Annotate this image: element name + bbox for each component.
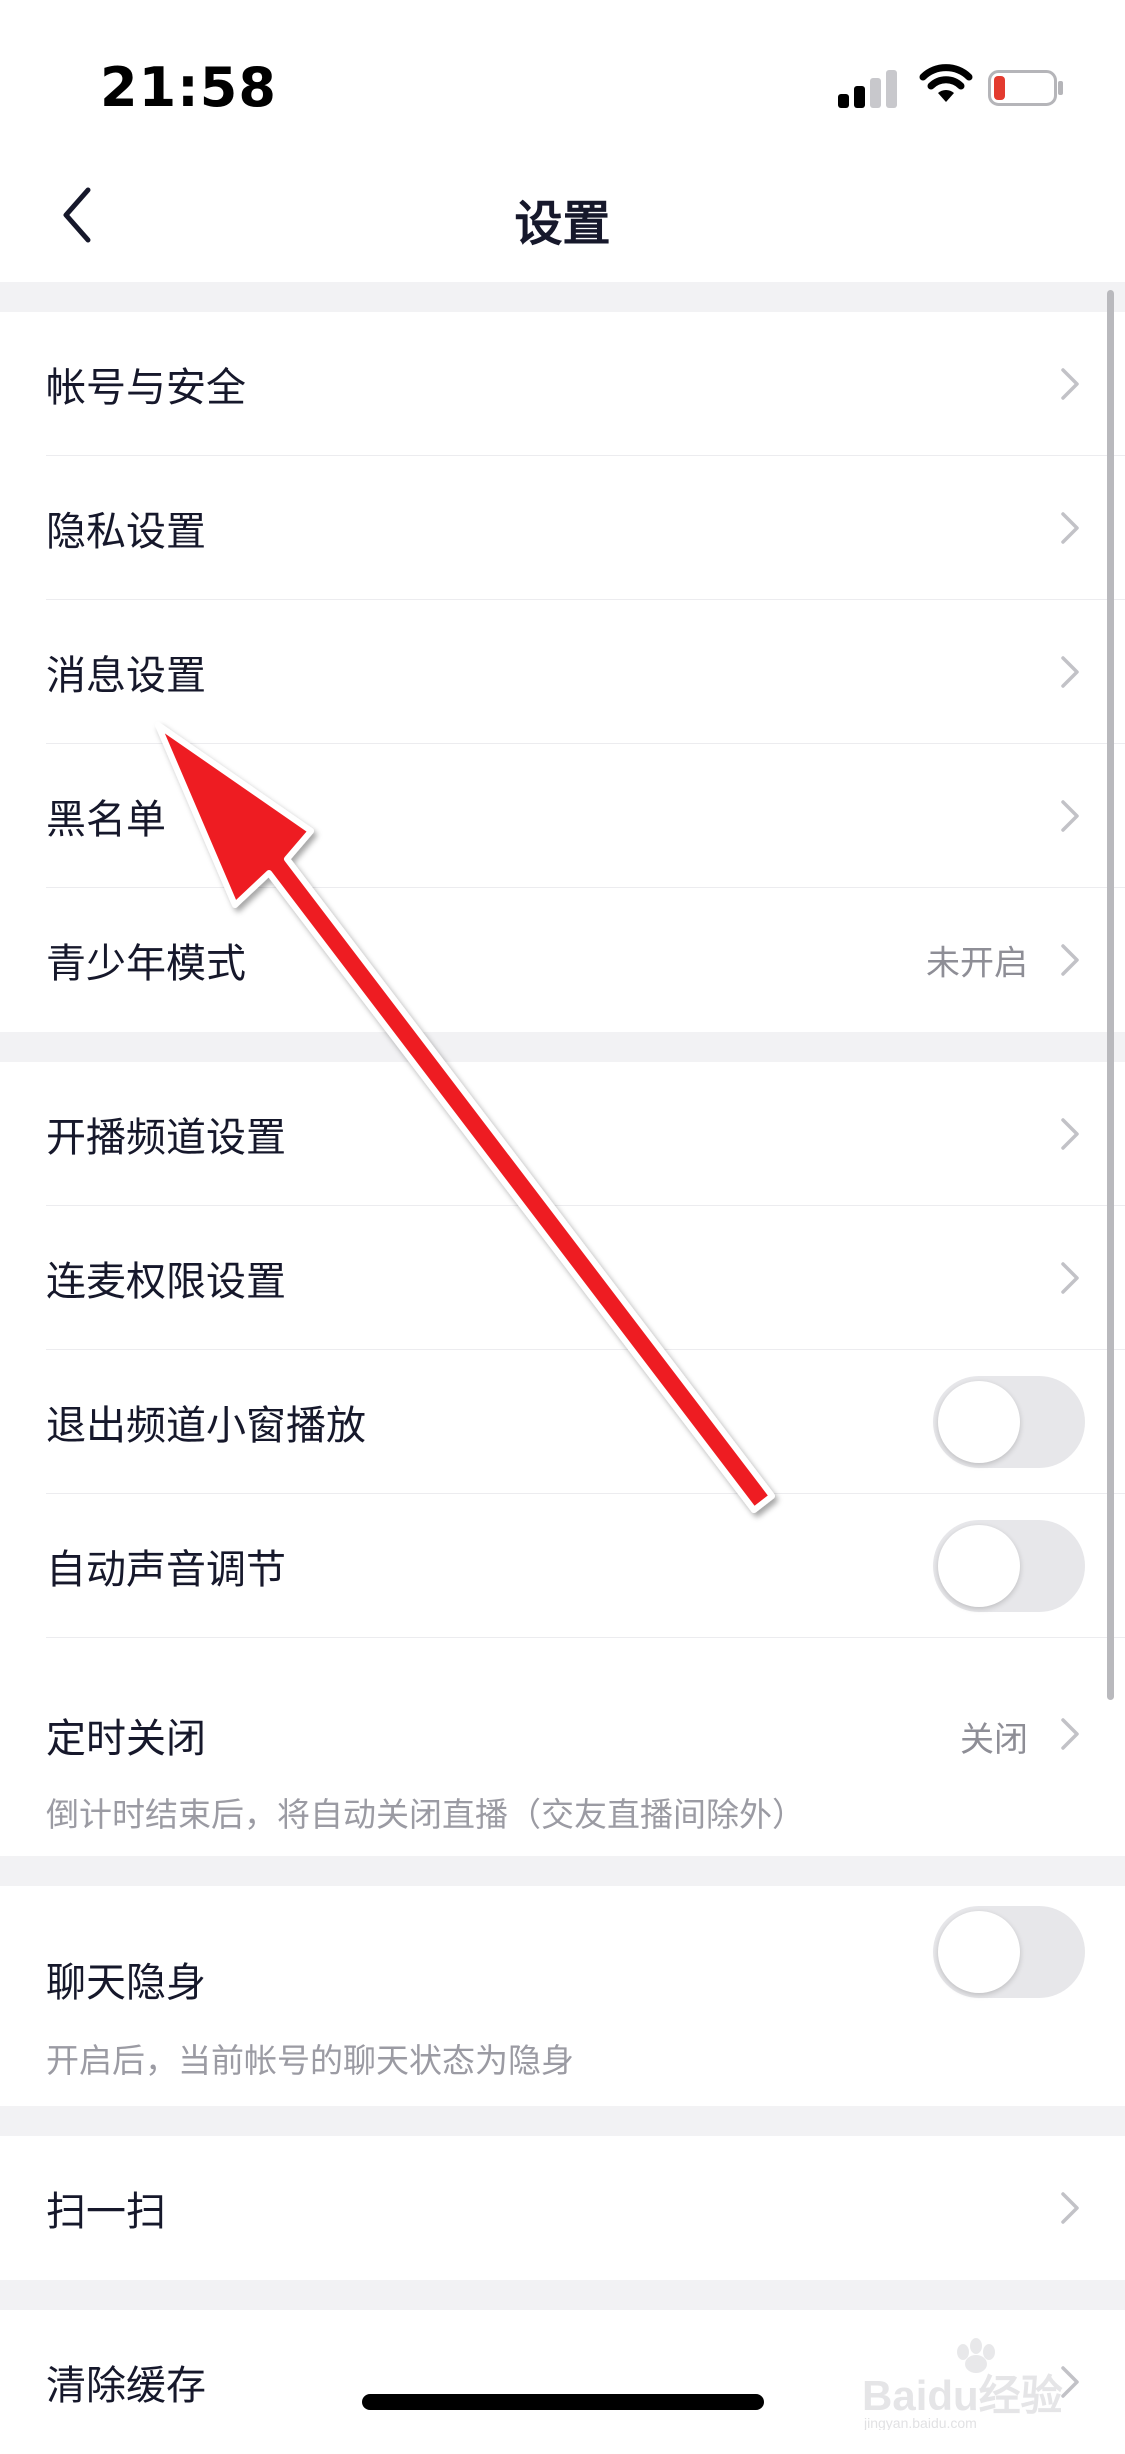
chat-invisible-toggle[interactable] xyxy=(933,1906,1085,1998)
settings-item-label: 自动声音调节 xyxy=(46,1547,286,1593)
settings-item-label: 聊天隐身 xyxy=(46,1960,206,2006)
settings-item-privacy[interactable]: 隐私设置 xyxy=(0,456,1125,600)
settings-item-auto-volume: 自动声音调节 xyxy=(0,1494,1125,1638)
settings-item-mic-permissions[interactable]: 连麦权限设置 xyxy=(0,1206,1125,1350)
settings-item-label: 消息设置 xyxy=(46,653,206,699)
settings-item-blacklist[interactable]: 黑名单 xyxy=(0,744,1125,888)
auto-volume-toggle[interactable] xyxy=(933,1520,1085,1612)
status-bar: 21:58 xyxy=(0,0,1125,150)
chevron-right-icon xyxy=(1061,368,1079,400)
chevron-right-icon xyxy=(1061,1118,1079,1150)
scrollbar[interactable] xyxy=(1107,290,1114,1700)
settings-item-channel-settings[interactable]: 开播频道设置 xyxy=(0,1062,1125,1206)
settings-item-label: 清除缓存 xyxy=(46,2363,206,2409)
settings-group-chat: 聊天隐身 开启后，当前帐号的聊天状态为隐身 xyxy=(0,1886,1125,2106)
watermark-subtext: jingyan.baidu.com xyxy=(863,2415,977,2430)
settings-item-description: 倒计时结束后，将自动关闭直播（交友直播间除外） xyxy=(46,1795,805,1834)
settings-item-value: 关闭 xyxy=(960,1720,1028,1760)
chevron-right-icon xyxy=(1061,944,1079,976)
settings-item-value: 未开启 xyxy=(926,943,1028,984)
cellular-signal-icon xyxy=(838,68,898,108)
pip-playback-toggle[interactable] xyxy=(933,1376,1085,1468)
settings-item-description: 开启后，当前帐号的聊天状态为隐身 xyxy=(46,2041,574,2080)
settings-item-label: 扫一扫 xyxy=(46,2189,166,2235)
settings-item-scan[interactable]: 扫一扫 xyxy=(0,2136,1125,2280)
chevron-right-icon xyxy=(1061,656,1079,688)
status-time: 21:58 xyxy=(100,56,277,119)
settings-group-scan: 扫一扫 xyxy=(0,2136,1125,2280)
settings-item-label: 黑名单 xyxy=(46,797,166,843)
navigation-bar: 设置 xyxy=(0,150,1125,282)
settings-item-label: 定时关闭 xyxy=(46,1716,206,1762)
page-title: 设置 xyxy=(514,196,611,252)
settings-item-pip-playback: 退出频道小窗播放 xyxy=(0,1350,1125,1494)
settings-item-label: 连麦权限设置 xyxy=(46,1259,286,1305)
settings-item-label: 帐号与安全 xyxy=(46,365,246,411)
settings-item-label: 青少年模式 xyxy=(46,941,246,987)
chevron-right-icon xyxy=(1061,800,1079,832)
settings-item-chat-invisible: 聊天隐身 开启后，当前帐号的聊天状态为隐身 xyxy=(0,1886,1125,2106)
baidu-paw-logo-icon: Baidu经验 jingyan.baidu.com xyxy=(862,2338,1063,2430)
chevron-right-icon xyxy=(1061,512,1079,544)
battery-icon xyxy=(988,70,1063,106)
settings-item-account-security[interactable]: 帐号与安全 xyxy=(0,312,1125,456)
chevron-right-icon xyxy=(1061,1262,1079,1294)
settings-list: 帐号与安全 隐私设置 消息设置 黑名单 青少年模式 未开启 开播频道设置 连麦权… xyxy=(0,282,1125,2454)
settings-item-messages[interactable]: 消息设置 xyxy=(0,600,1125,744)
settings-item-teen-mode[interactable]: 青少年模式 未开启 xyxy=(0,888,1125,1032)
watermark-text: Baidu经验 xyxy=(862,2372,1063,2419)
settings-group-account: 帐号与安全 隐私设置 消息设置 黑名单 青少年模式 未开启 xyxy=(0,312,1125,1032)
home-indicator[interactable] xyxy=(362,2394,764,2410)
chevron-right-icon xyxy=(1061,2192,1079,2224)
settings-item-sleep-timer[interactable]: 定时关闭 关闭 倒计时结束后，将自动关闭直播（交友直播间除外） xyxy=(0,1638,1125,1856)
toggle-knob xyxy=(938,1381,1020,1463)
settings-group-live: 开播频道设置 连麦权限设置 退出频道小窗播放 自动声音调节 定时关闭 关闭 倒计… xyxy=(0,1062,1125,1856)
settings-item-label: 退出频道小窗播放 xyxy=(46,1403,366,1449)
settings-item-label: 隐私设置 xyxy=(46,509,206,555)
toggle-knob xyxy=(938,1525,1020,1607)
toggle-knob xyxy=(938,1911,1020,1993)
wifi-icon xyxy=(919,64,973,102)
settings-item-label: 开播频道设置 xyxy=(46,1115,286,1161)
chevron-right-icon xyxy=(1061,1718,1079,1750)
